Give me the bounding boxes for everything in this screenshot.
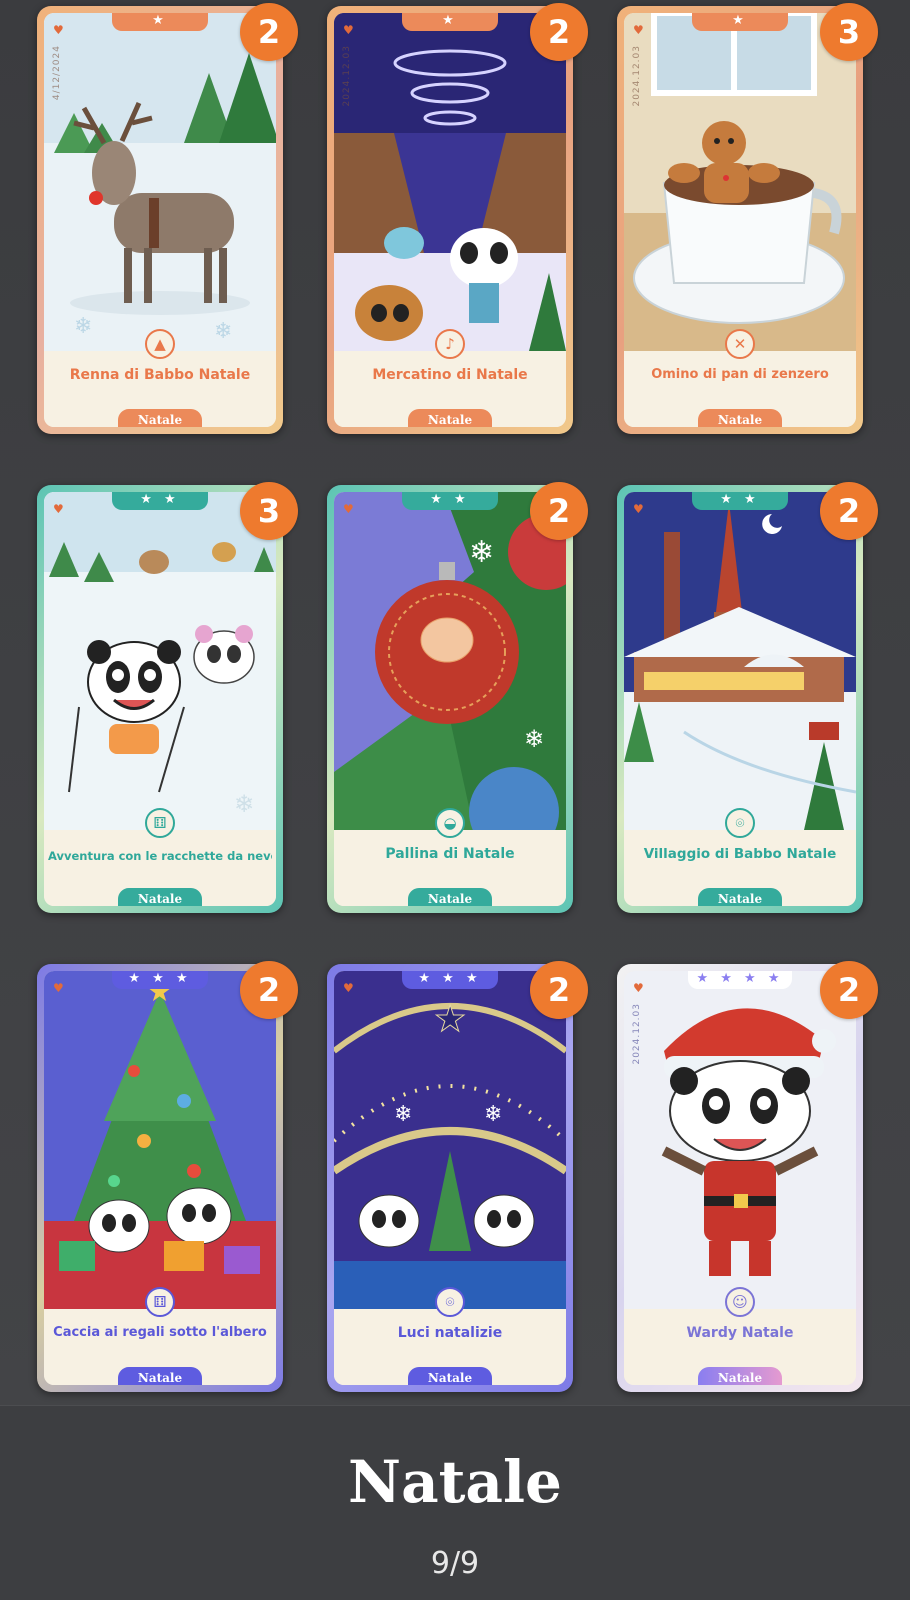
card-wardy[interactable]: ☺ Wardy Natale Natale ★ ★ ★ ★ ♥ 2024.12.… bbox=[617, 964, 863, 1392]
person-icon: ☺ bbox=[725, 1287, 755, 1317]
collection-title: Natale bbox=[348, 1448, 562, 1516]
dice-icon: ⚅ bbox=[145, 1287, 175, 1317]
card-count-badge: 2 bbox=[240, 3, 298, 61]
card-date: 2024.12.03 bbox=[632, 1003, 642, 1065]
heart-icon: ♥ bbox=[633, 23, 644, 37]
card-count-badge: 2 bbox=[820, 482, 878, 540]
card-count-badge: 2 bbox=[820, 961, 878, 1019]
card-artwork bbox=[624, 492, 856, 830]
heart-icon: ♥ bbox=[343, 23, 354, 37]
svg-text:❄: ❄ bbox=[524, 725, 544, 753]
card-inner: ❄ ❄ ◒ Pallina di Natale Natale ★ ★ ♥ bbox=[334, 492, 566, 906]
card-date: 2024.12.03 bbox=[632, 45, 642, 107]
svg-text:❄: ❄ bbox=[214, 319, 232, 344]
heart-icon: ♥ bbox=[53, 502, 64, 516]
card-artwork bbox=[624, 13, 856, 351]
card-title: Mercatino di Natale bbox=[372, 367, 528, 383]
heart-icon: ♥ bbox=[633, 502, 644, 516]
rarity-stars: ★ ★ ★ bbox=[112, 971, 208, 989]
category-tag: Natale bbox=[408, 1367, 492, 1385]
card-inner: ★ ⚅ Caccia ai regali sotto l'albero Nata… bbox=[44, 971, 276, 1385]
card-date: 4/12/2024 bbox=[52, 45, 62, 101]
card-artwork: ❄ ❄ bbox=[44, 13, 276, 351]
sled-icon: ◒ bbox=[435, 808, 465, 838]
card-title: Villaggio di Babbo Natale bbox=[643, 846, 837, 862]
card-villaggio[interactable]: ⌾ Villaggio di Babbo Natale Natale ★ ★ ♥ bbox=[617, 485, 863, 913]
dice-icon: ⚅ bbox=[145, 808, 175, 838]
card-renna[interactable]: ❄ ❄ ▲ Renna di Babbo Natale Natale ★ ♥ 4… bbox=[37, 6, 283, 434]
category-tag: Natale bbox=[118, 888, 202, 906]
rarity-stars: ★ bbox=[402, 13, 498, 31]
card-inner: ❄ ❄ ▲ Renna di Babbo Natale Natale ★ ♥ 4… bbox=[44, 13, 276, 427]
collection-footer: Natale 9/9 bbox=[0, 1406, 910, 1600]
rarity-stars: ★ bbox=[692, 13, 788, 31]
rarity-stars: ★ ★ ★ ★ bbox=[688, 971, 792, 989]
rarity-stars: ★ ★ bbox=[402, 492, 498, 510]
card-title: Avventura con le racchette da neve bbox=[48, 849, 272, 863]
card-caccia[interactable]: ★ ⚅ Caccia ai regali sotto l'albero Nata… bbox=[37, 964, 283, 1392]
category-tag: Natale bbox=[118, 409, 202, 427]
category-tag: Natale bbox=[698, 1367, 782, 1385]
card-artwork bbox=[624, 971, 856, 1309]
card-count-badge: 2 bbox=[530, 961, 588, 1019]
tree-icon: ▲ bbox=[145, 329, 175, 359]
svg-text:❄: ❄ bbox=[484, 1102, 502, 1127]
rarity-stars: ★ bbox=[112, 13, 208, 31]
rarity-stars: ★ ★ bbox=[112, 492, 208, 510]
card-date: 2024.12.03 bbox=[342, 45, 352, 107]
card-count-badge: 3 bbox=[240, 482, 298, 540]
card-count-badge: 2 bbox=[530, 3, 588, 61]
card-count-badge: 2 bbox=[240, 961, 298, 1019]
card-title: Luci natalizie bbox=[397, 1325, 503, 1341]
card-grid: ❄ ❄ ▲ Renna di Babbo Natale Natale ★ ♥ 4… bbox=[0, 0, 910, 1405]
card-inner: ⌾ Villaggio di Babbo Natale Natale ★ ★ ♥ bbox=[624, 492, 856, 906]
category-tag: Natale bbox=[408, 888, 492, 906]
card-artwork bbox=[334, 13, 566, 351]
card-title: Omino di pan di zenzero bbox=[651, 367, 829, 382]
category-tag: Natale bbox=[698, 409, 782, 427]
heart-icon: ♥ bbox=[53, 981, 64, 995]
location-pin-icon: ⌾ bbox=[435, 1287, 465, 1317]
heart-icon: ♥ bbox=[53, 23, 64, 37]
music-note-icon: ♪ bbox=[435, 329, 465, 359]
svg-text:❄: ❄ bbox=[469, 535, 494, 570]
cutlery-icon: ✕ bbox=[725, 329, 755, 359]
category-tag: Natale bbox=[118, 1367, 202, 1385]
card-artwork: ❄ bbox=[44, 492, 276, 830]
rarity-stars: ★ ★ bbox=[692, 492, 788, 510]
heart-icon: ♥ bbox=[343, 981, 354, 995]
card-luci[interactable]: ★ ❄ ❄ ⌾ Luci natalizie Natale ★ ★ ★ ♥ bbox=[327, 964, 573, 1392]
heart-icon: ♥ bbox=[633, 981, 644, 995]
svg-text:❄: ❄ bbox=[234, 790, 254, 818]
svg-text:★: ★ bbox=[434, 999, 466, 1040]
heart-icon: ♥ bbox=[343, 502, 354, 516]
card-artwork: ★ ❄ ❄ bbox=[334, 971, 566, 1309]
rarity-stars: ★ ★ ★ bbox=[402, 971, 498, 989]
card-inner: ★ ❄ ❄ ⌾ Luci natalizie Natale ★ ★ ★ ♥ bbox=[334, 971, 566, 1385]
card-count-badge: 3 bbox=[820, 3, 878, 61]
card-inner: ☺ Wardy Natale Natale ★ ★ ★ ★ ♥ 2024.12.… bbox=[624, 971, 856, 1385]
card-pallina[interactable]: ❄ ❄ ◒ Pallina di Natale Natale ★ ★ ♥ bbox=[327, 485, 573, 913]
card-avventura[interactable]: ❄ ⚅ Avventura con le racchette da neve N… bbox=[37, 485, 283, 913]
card-mercatino[interactable]: ♪ Mercatino di Natale Natale ★ ♥ 2024.12… bbox=[327, 6, 573, 434]
card-inner: ♪ Mercatino di Natale Natale ★ ♥ 2024.12… bbox=[334, 13, 566, 427]
svg-text:❄: ❄ bbox=[394, 1102, 412, 1127]
card-title: Caccia ai regali sotto l'albero bbox=[53, 1325, 267, 1340]
card-omino[interactable]: ✕ Omino di pan di zenzero Natale ★ ♥ 202… bbox=[617, 6, 863, 434]
category-tag: Natale bbox=[408, 409, 492, 427]
card-title: Pallina di Natale bbox=[385, 846, 515, 862]
location-pin-icon: ⌾ bbox=[725, 808, 755, 838]
card-inner: ❄ ⚅ Avventura con le racchette da neve N… bbox=[44, 492, 276, 906]
category-tag: Natale bbox=[698, 888, 782, 906]
card-artwork: ❄ ❄ bbox=[334, 492, 566, 830]
card-title: Renna di Babbo Natale bbox=[69, 367, 251, 383]
card-artwork: ★ bbox=[44, 971, 276, 1309]
page-counter: 9/9 bbox=[430, 1546, 480, 1581]
card-count-badge: 2 bbox=[530, 482, 588, 540]
card-inner: ✕ Omino di pan di zenzero Natale ★ ♥ 202… bbox=[624, 13, 856, 427]
card-title: Wardy Natale bbox=[686, 1325, 794, 1341]
svg-text:❄: ❄ bbox=[74, 314, 92, 339]
